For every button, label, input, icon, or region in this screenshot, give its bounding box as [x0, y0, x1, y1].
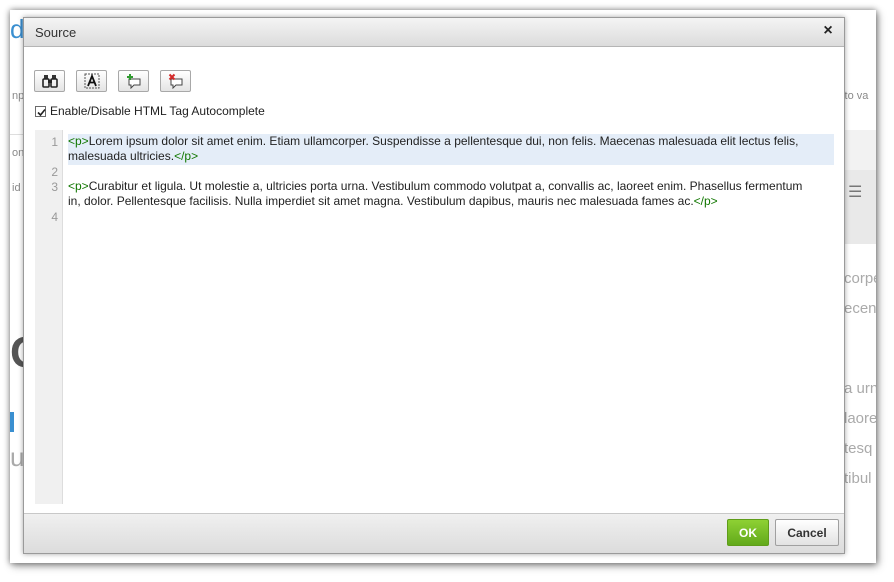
- background-text-fragment: laore: [844, 410, 876, 427]
- code-line[interactable]: <p>Curabitur et ligula. Ut molestie a, u…: [68, 179, 834, 210]
- line-number: 1: [51, 135, 58, 149]
- html-open-tag: <p>: [68, 134, 89, 148]
- dialog-titlebar[interactable]: Source ×: [24, 18, 844, 47]
- dialog-footer: OK Cancel: [24, 513, 844, 553]
- screen: di np on id it to va ☰ G ui corpe ecen a…: [0, 0, 894, 582]
- background-text-fragment: tesq: [844, 440, 873, 457]
- autocomplete-toggle[interactable]: Enable/Disable HTML Tag Autocomplete: [35, 104, 265, 118]
- dialog-title: Source: [35, 25, 77, 40]
- background-accent: [10, 412, 14, 432]
- line-number-gutter: 1 2 3 4: [35, 130, 63, 504]
- close-button[interactable]: ×: [820, 22, 836, 40]
- line-number: 2: [51, 165, 58, 179]
- background-text-fragment: corpe: [844, 270, 876, 287]
- select-all-button[interactable]: [76, 70, 107, 92]
- remove-comment-button[interactable]: [160, 70, 191, 92]
- find-button[interactable]: [34, 70, 65, 92]
- background-text-fragment: id: [12, 182, 21, 194]
- autocomplete-label: Enable/Disable HTML Tag Autocomplete: [50, 104, 265, 118]
- ok-button[interactable]: OK: [727, 519, 769, 546]
- source-code-editor[interactable]: 1 2 3 4 <p>Lorem ipsum dolor sit amet en…: [35, 130, 834, 504]
- add-comment-button[interactable]: [118, 70, 149, 92]
- html-close-tag: </p>: [693, 194, 718, 208]
- code-text: malesuada ultricies.: [68, 149, 175, 163]
- code-line-active[interactable]: <p>Lorem ipsum dolor sit amet enim. Etia…: [68, 134, 834, 165]
- close-icon: ×: [823, 22, 833, 39]
- line-number: 4: [51, 210, 58, 224]
- select-text-icon: [84, 73, 99, 89]
- binoculars-icon: [41, 75, 58, 88]
- comment-add-icon: [126, 74, 140, 89]
- background-text-fragment: tibul: [844, 470, 872, 487]
- html-close-tag: </p>: [174, 149, 199, 163]
- code-text: Lorem ipsum dolor sit amet enim. Etiam u…: [88, 134, 799, 148]
- cancel-button[interactable]: Cancel: [775, 519, 839, 546]
- background-text-fragment: a urn: [844, 380, 876, 397]
- html-open-tag: <p>: [68, 179, 89, 193]
- autocomplete-checkbox[interactable]: [35, 105, 46, 117]
- code-text: Curabitur et ligula. Ut molestie a, ultr…: [88, 179, 803, 193]
- checkmark-icon: [37, 108, 46, 116]
- background-panel: [845, 130, 876, 170]
- line-number: 3: [51, 180, 58, 194]
- source-dialog: Source × Enable/Disable HTML Tag Autocom…: [23, 17, 845, 554]
- align-icon: ☰: [848, 184, 863, 201]
- code-text: in, dolor. Pellentesque facilisis. Nulla…: [68, 194, 694, 208]
- comment-remove-icon: [168, 73, 182, 89]
- background-text-fragment: ecen: [844, 300, 876, 317]
